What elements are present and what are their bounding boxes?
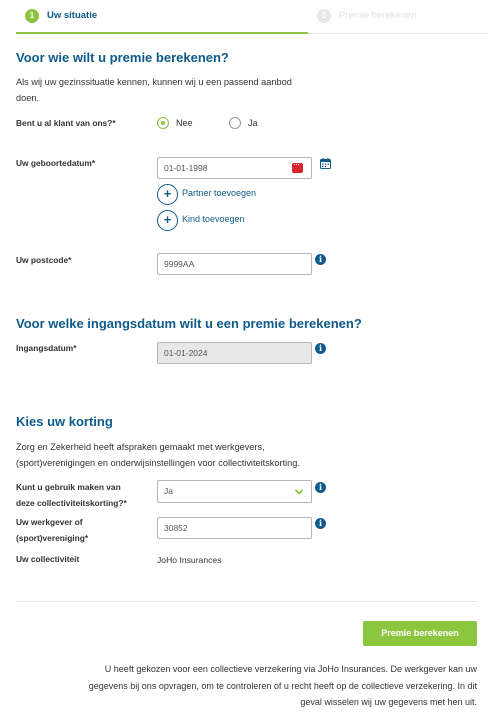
add-partner-link[interactable]: Partner toevoegen (182, 188, 256, 198)
start-date-value: 01-01-2024 (164, 348, 208, 358)
disclaimer-line: geval wisselen wij uw gegevens met hen u… (300, 697, 477, 707)
start-date-label: Ingangsdatum* (16, 343, 77, 353)
birthdate-input[interactable]: 01-01-1998 (157, 157, 312, 179)
disclaimer-text: U heeft gekozen voor een collectieve ver… (27, 661, 477, 711)
radio-nee[interactable] (157, 117, 169, 129)
intro-line: Als wij uw gezinssituatie kennen, kunnen… (16, 77, 292, 87)
intro-line: doen. (16, 93, 39, 103)
info-icon[interactable]: i (315, 482, 326, 493)
step-uw-situatie[interactable]: 1 Uw situatie (16, 0, 308, 34)
plus-icon: + (163, 186, 172, 201)
collectivity-value: JoHo Insurances (157, 555, 222, 565)
step-premie-berekenen[interactable]: Premie berekenen (339, 10, 417, 21)
section-intro: Zorg en Zekerheid heeft afspraken gemaak… (16, 439, 300, 471)
postcode-value: 9999AA (164, 259, 195, 269)
start-date-input: 01-01-2024 (157, 342, 312, 364)
label-line: deze collectiviteitskorting?* (16, 498, 127, 508)
calculate-premium-button[interactable]: Premie berekenen (363, 621, 477, 646)
employer-value: 30852 (164, 523, 188, 533)
disclaimer-line: gegevens bij ons opvragen, om te control… (88, 680, 477, 691)
step-number: 2 (317, 9, 331, 23)
step-label: Uw situatie (47, 10, 98, 21)
intro-line: (sport)verenigingen en onderwijsinstelli… (16, 458, 300, 468)
add-partner-button[interactable]: + (157, 184, 178, 205)
select-value: Ja (164, 486, 173, 496)
radio-ja-label[interactable]: Ja (248, 118, 258, 128)
disclaimer-line: U heeft gekozen voor een collectieve ver… (104, 664, 477, 674)
postcode-label: Uw postcode* (16, 255, 72, 265)
section-title-start-date: Voor welke ingangsdatum wilt u een premi… (16, 316, 362, 331)
step-number: 1 (25, 9, 39, 23)
collectivity-label: Uw collectiviteit (16, 554, 80, 564)
info-icon[interactable]: i (315, 518, 326, 529)
intro-line: Zorg en Zekerheid heeft afspraken gemaak… (16, 442, 265, 452)
birthdate-label: Uw geboortedatum* (16, 158, 96, 168)
info-icon[interactable]: i (315, 343, 326, 354)
info-icon[interactable]: i (315, 254, 326, 265)
employer-label: Uw werkgever of (sport)vereniging* (16, 514, 88, 546)
use-discount-select[interactable]: Ja (157, 480, 312, 503)
use-discount-label: Kunt u gebruik maken van deze collectivi… (16, 479, 127, 511)
step-progress-bar: 1 Uw situatie 2 Premie berekenen (16, 0, 488, 34)
chevron-down-icon (295, 489, 303, 495)
radio-ja[interactable] (229, 117, 241, 129)
section-title-who: Voor wie wilt u premie berekenen? (16, 50, 229, 65)
radio-nee-label[interactable]: Nee (176, 118, 193, 128)
section-intro: Als wij uw gezinssituatie kennen, kunnen… (16, 74, 292, 106)
calendar-icon[interactable] (320, 158, 331, 169)
customer-question-label: Bent u al klant van ons?* (16, 118, 116, 128)
add-child-link[interactable]: Kind toevoegen (182, 214, 245, 224)
add-child-button[interactable]: + (157, 210, 178, 231)
plus-icon: + (163, 212, 172, 227)
label-line: Kunt u gebruik maken van (16, 482, 121, 492)
calendar-icon[interactable] (292, 159, 303, 173)
employer-input[interactable]: 30852 (157, 517, 312, 539)
section-title-discount: Kies uw korting (16, 414, 113, 429)
divider (16, 601, 477, 602)
label-line: (sport)vereniging* (16, 533, 89, 543)
birthdate-value: 01-01-1998 (164, 163, 208, 173)
postcode-input[interactable]: 9999AA (157, 253, 312, 275)
label-line: Uw werkgever of (16, 517, 83, 527)
